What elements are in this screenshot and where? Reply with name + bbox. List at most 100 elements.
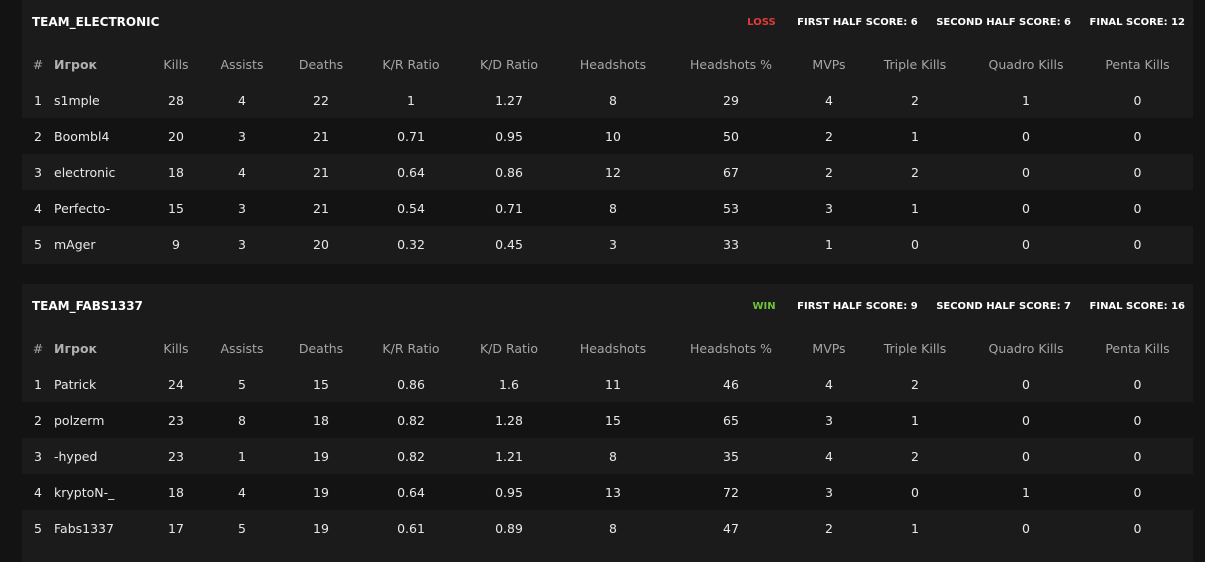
kills-cell: 23 — [144, 402, 208, 438]
col-header-headshots-pct[interactable]: Headshots % — [664, 46, 798, 82]
kr-ratio-cell: 0.71 — [366, 118, 456, 154]
mvps-cell: 1 — [798, 226, 860, 262]
col-header-deaths[interactable]: Deaths — [276, 330, 366, 366]
headshots-cell: 10 — [562, 118, 664, 154]
quadro-kills-cell: 0 — [970, 226, 1082, 262]
col-header-quadro-kills[interactable]: Quadro Kills — [970, 46, 1082, 82]
player-rows: 1 Patrick 24 5 15 0.86 1.6 11 46 4 2 0 0 2 polzerm 23 8 1… — [22, 366, 1193, 546]
assists-cell: 4 — [208, 474, 276, 510]
deaths-cell: 22 — [276, 82, 366, 118]
col-header-headshots[interactable]: Headshots — [562, 46, 664, 82]
col-header-mvps[interactable]: MVPs — [798, 46, 860, 82]
col-header-player[interactable]: Игрок — [54, 46, 144, 82]
headshots-cell: 8 — [562, 190, 664, 226]
col-header-kr-ratio[interactable]: K/R Ratio — [366, 46, 456, 82]
player-name-cell[interactable]: Boombl4 — [54, 118, 144, 154]
mvps-cell: 4 — [798, 82, 860, 118]
col-header-kd-ratio[interactable]: K/D Ratio — [456, 46, 562, 82]
col-header-rank[interactable]: # — [22, 46, 54, 82]
kd-ratio-cell: 0.86 — [456, 154, 562, 190]
col-header-kr-ratio[interactable]: K/R Ratio — [366, 330, 456, 366]
col-header-penta-kills[interactable]: Penta Kills — [1082, 46, 1193, 82]
headshots-cell: 11 — [562, 366, 664, 402]
quadro-kills-cell: 0 — [970, 190, 1082, 226]
col-header-penta-kills[interactable]: Penta Kills — [1082, 330, 1193, 366]
mvps-cell: 3 — [798, 190, 860, 226]
rank-cell: 4 — [22, 190, 54, 226]
player-name-cell[interactable]: mAger — [54, 226, 144, 262]
col-header-triple-kills[interactable]: Triple Kills — [860, 330, 970, 366]
player-name-cell[interactable]: kryptoN-_ — [54, 474, 144, 510]
headshots-pct-cell: 67 — [664, 154, 798, 190]
mvps-cell: 2 — [798, 510, 860, 546]
col-header-kills[interactable]: Kills — [144, 46, 208, 82]
triple-kills-cell: 2 — [860, 154, 970, 190]
kills-cell: 24 — [144, 366, 208, 402]
assists-cell: 1 — [208, 438, 276, 474]
headshots-cell: 3 — [562, 226, 664, 262]
headshots-cell: 12 — [562, 154, 664, 190]
player-name-cell[interactable]: -hyped — [54, 438, 144, 474]
quadro-kills-cell: 0 — [970, 402, 1082, 438]
col-header-kd-ratio[interactable]: K/D Ratio — [456, 330, 562, 366]
kd-ratio-cell: 0.95 — [456, 118, 562, 154]
kr-ratio-cell: 0.32 — [366, 226, 456, 262]
player-name-cell[interactable]: s1mple — [54, 82, 144, 118]
triple-kills-cell: 1 — [860, 510, 970, 546]
kd-ratio-cell: 0.95 — [456, 474, 562, 510]
headshots-cell: 8 — [562, 82, 664, 118]
team-panel-fabs1337: TEAM_FABS1337 WIN FIRST HALF SCORE: 9 SE… — [22, 284, 1193, 562]
table-row: 3 -hyped 23 1 19 0.82 1.21 8 35 4 2 0 0 — [22, 438, 1193, 474]
deaths-cell: 18 — [276, 402, 366, 438]
triple-kills-cell: 2 — [860, 438, 970, 474]
headshots-pct-cell: 33 — [664, 226, 798, 262]
table-row: 5 Fabs1337 17 5 19 0.61 0.89 8 47 2 1 0 0 — [22, 510, 1193, 546]
kr-ratio-cell: 0.86 — [366, 366, 456, 402]
mvps-cell: 3 — [798, 402, 860, 438]
team-panel-electronic: TEAM_ELECTRONIC LOSS FIRST HALF SCORE: 6… — [22, 0, 1193, 264]
player-stats-table: # Игрок Kills Assists Deaths K/R Ratio K… — [22, 46, 1193, 262]
triple-kills-cell: 0 — [860, 474, 970, 510]
kr-ratio-cell: 0.82 — [366, 402, 456, 438]
quadro-kills-cell: 0 — [970, 118, 1082, 154]
col-header-player[interactable]: Игрок — [54, 330, 144, 366]
col-header-quadro-kills[interactable]: Quadro Kills — [970, 330, 1082, 366]
assists-cell: 5 — [208, 510, 276, 546]
kd-ratio-cell: 1.27 — [456, 82, 562, 118]
col-header-assists[interactable]: Assists — [208, 46, 276, 82]
headshots-pct-cell: 65 — [664, 402, 798, 438]
col-header-deaths[interactable]: Deaths — [276, 46, 366, 82]
col-header-headshots-pct[interactable]: Headshots % — [664, 330, 798, 366]
triple-kills-cell: 1 — [860, 190, 970, 226]
penta-kills-cell: 0 — [1082, 510, 1193, 546]
assists-cell: 4 — [208, 82, 276, 118]
col-header-assists[interactable]: Assists — [208, 330, 276, 366]
kd-ratio-cell: 1.6 — [456, 366, 562, 402]
assists-cell: 8 — [208, 402, 276, 438]
col-header-mvps[interactable]: MVPs — [798, 330, 860, 366]
col-header-triple-kills[interactable]: Triple Kills — [860, 46, 970, 82]
first-half-score: FIRST HALF SCORE: 9 — [797, 301, 918, 312]
col-header-rank[interactable]: # — [22, 330, 54, 366]
player-name-cell[interactable]: Perfecto- — [54, 190, 144, 226]
penta-kills-cell: 0 — [1082, 226, 1193, 262]
player-name-cell[interactable]: Patrick — [54, 366, 144, 402]
rank-cell: 5 — [22, 226, 54, 262]
player-name-cell[interactable]: Fabs1337 — [54, 510, 144, 546]
penta-kills-cell: 0 — [1082, 474, 1193, 510]
headshots-cell: 8 — [562, 510, 664, 546]
kd-ratio-cell: 1.21 — [456, 438, 562, 474]
rank-cell: 4 — [22, 474, 54, 510]
headshots-pct-cell: 53 — [664, 190, 798, 226]
assists-cell: 3 — [208, 226, 276, 262]
kills-cell: 23 — [144, 438, 208, 474]
penta-kills-cell: 0 — [1082, 438, 1193, 474]
triple-kills-cell: 1 — [860, 402, 970, 438]
player-name-cell[interactable]: electronic — [54, 154, 144, 190]
kills-cell: 17 — [144, 510, 208, 546]
col-header-headshots[interactable]: Headshots — [562, 330, 664, 366]
quadro-kills-cell: 0 — [970, 510, 1082, 546]
player-name-cell[interactable]: polzerm — [54, 402, 144, 438]
col-header-kills[interactable]: Kills — [144, 330, 208, 366]
match-result-badge: LOSS — [747, 17, 776, 28]
